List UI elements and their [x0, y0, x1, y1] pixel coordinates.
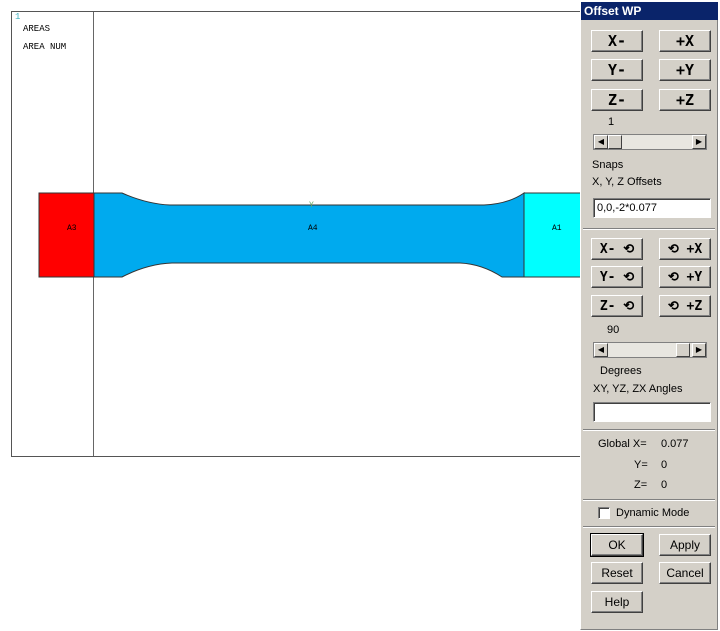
slider-right-arrow-icon[interactable]: ▶ [692, 135, 706, 149]
cancel-button[interactable]: Cancel [659, 562, 711, 584]
rotate-slider-value: 90 [607, 324, 620, 336]
area-a3 [38, 192, 95, 278]
global-y-label: Y= [634, 459, 648, 471]
rotate-slider[interactable]: ◀ ▶ [593, 342, 707, 358]
separator [583, 526, 715, 528]
area-plot [38, 192, 581, 278]
global-z-value: 0 [661, 479, 668, 491]
snaps-label: Snaps [592, 159, 624, 171]
ok-button[interactable]: OK [590, 533, 644, 557]
separator [583, 228, 715, 230]
z-plus-button[interactable]: +Z [659, 89, 711, 111]
rotate-x-minus-button[interactable]: X- ⟲ [591, 238, 643, 260]
rotate-z-minus-button[interactable]: Z- ⟲ [591, 295, 643, 317]
offset-slider-value: 1 [608, 116, 615, 128]
separator [583, 429, 715, 431]
help-button[interactable]: Help [591, 591, 643, 613]
slider-right-arrow-icon[interactable]: ▶ [692, 343, 706, 357]
slider-left-arrow-icon[interactable]: ◀ [594, 343, 608, 357]
y-plus-button[interactable]: +Y [659, 59, 711, 81]
z-minus-button[interactable]: Z- [591, 89, 643, 111]
global-x-value: 0.077 [661, 438, 689, 450]
separator [583, 499, 715, 501]
graphics-window[interactable]: 1 AREAS AREA NUM Y A3 A4 A1 [11, 11, 581, 457]
area-label-a4: A4 [308, 224, 318, 233]
global-z-label: Z= [634, 479, 648, 491]
rotate-x-plus-button[interactable]: ⟲ +X [659, 238, 711, 260]
x-plus-button[interactable]: +X [659, 30, 711, 52]
rotate-y-plus-button[interactable]: ⟲ +Y [659, 266, 711, 288]
area-label-a3: A3 [67, 224, 77, 233]
angles-label: XY, YZ, ZX Angles [593, 383, 683, 395]
dialog-title[interactable]: Offset WP [581, 2, 718, 20]
angles-input[interactable] [593, 402, 711, 422]
dynamic-mode-checkbox[interactable] [598, 507, 610, 519]
slider-thumb[interactable] [608, 135, 622, 149]
offsets-input[interactable]: 0,0,-2*0.077 [593, 198, 711, 218]
rotate-z-plus-button[interactable]: ⟲ +Z [659, 295, 711, 317]
y-minus-button[interactable]: Y- [591, 59, 643, 81]
slider-left-arrow-icon[interactable]: ◀ [594, 135, 608, 149]
offset-wp-dialog: Offset WP X- +X Y- +Y Z- +Z 1 ◀ ▶ Snaps … [580, 2, 718, 630]
area-label-a1: A1 [552, 224, 562, 233]
degrees-label: Degrees [600, 365, 642, 377]
offset-slider[interactable]: ◀ ▶ [593, 134, 707, 150]
rotate-y-minus-button[interactable]: Y- ⟲ [591, 266, 643, 288]
dynamic-mode-label: Dynamic Mode [616, 507, 690, 519]
slider-thumb[interactable] [676, 343, 690, 357]
x-minus-button[interactable]: X- [591, 30, 643, 52]
apply-button[interactable]: Apply [659, 534, 711, 556]
global-x-label: Global X= [598, 438, 647, 450]
offsets-label: X, Y, Z Offsets [592, 176, 662, 188]
area-a1 [523, 192, 581, 278]
reset-button[interactable]: Reset [591, 562, 643, 584]
triad-y-label: Y [309, 201, 314, 210]
global-y-value: 0 [661, 459, 668, 471]
